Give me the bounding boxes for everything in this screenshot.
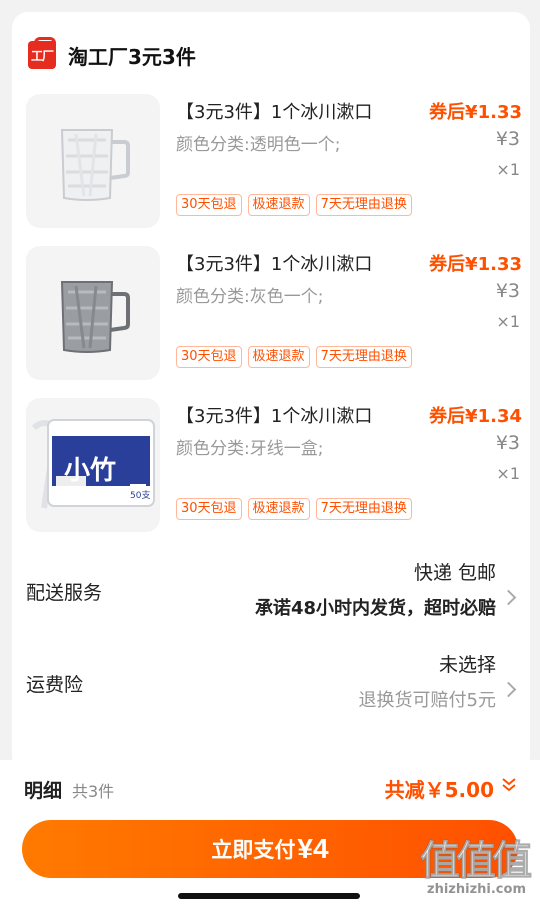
shipping-insurance-status: 未选择 bbox=[438, 654, 496, 676]
chevron-right-icon bbox=[500, 681, 517, 698]
clear-glass-cup-icon bbox=[60, 129, 130, 201]
order-item[interactable]: 【3元3件】1个冰川漱口 券后¥1.33 颜色分类:透明色一个; ¥3 ×1 3… bbox=[26, 94, 526, 230]
delivery-label: 配送服务 bbox=[26, 582, 103, 604]
item-price: ¥3 bbox=[495, 128, 520, 150]
tag-7-day-return: 7天无理由退换 bbox=[315, 498, 412, 520]
tag-7-day-return: 7天无理由退换 bbox=[315, 194, 412, 216]
tag-fast-refund: 极速退款 bbox=[247, 346, 310, 368]
shop-name[interactable]: 淘工厂3元3件 bbox=[68, 41, 196, 70]
delivery-promise-suffix: 小时内发货，超时必赔 bbox=[316, 598, 496, 619]
item-price-after-coupon: 券后¥1.34 bbox=[429, 406, 522, 427]
chevron-right-icon bbox=[500, 589, 517, 606]
service-tags: 30天包退 极速退款 7天无理由退换 bbox=[176, 346, 412, 368]
floss-brand: 小竹 bbox=[64, 456, 117, 486]
tag-30-day-return: 30天包退 bbox=[176, 498, 242, 520]
shop-logo-icon: 工厂 bbox=[28, 37, 56, 69]
total-discount[interactable]: 共减￥5.00 bbox=[385, 774, 494, 803]
delivery-method: 快递 包邮 bbox=[413, 562, 496, 584]
detail-label[interactable]: 明细 bbox=[24, 776, 62, 803]
tag-30-day-return: 30天包退 bbox=[176, 346, 242, 368]
item-quantity: ×1 bbox=[496, 464, 520, 483]
item-title: 【3元3件】1个冰川漱口 bbox=[176, 102, 373, 123]
product-thumbnail[interactable] bbox=[26, 246, 160, 380]
item-variant[interactable]: 颜色分类:透明色一个; bbox=[176, 130, 340, 155]
grey-glass-cup-icon bbox=[60, 281, 130, 353]
service-tags: 30天包退 极速退款 7天无理由退换 bbox=[176, 194, 412, 216]
product-thumbnail[interactable] bbox=[26, 94, 160, 228]
item-price: ¥3 bbox=[495, 280, 520, 302]
shop-logo-text: 工厂 bbox=[30, 48, 54, 63]
pay-now-button[interactable]: 立即支付 ¥4 bbox=[22, 820, 518, 878]
delivery-promise-hours: 48 bbox=[290, 598, 316, 619]
bottom-bar: 明细 共3件 共减￥5.00 立即支付 ¥4 值值值 zhizhizhi.com bbox=[0, 760, 540, 910]
chevron-double-down-icon[interactable] bbox=[500, 776, 518, 794]
item-quantity: ×1 bbox=[496, 160, 520, 179]
item-quantity: ×1 bbox=[496, 312, 520, 331]
item-variant[interactable]: 颜色分类:牙线一盒; bbox=[176, 434, 323, 459]
service-tags: 30天包退 极速退款 7天无理由退换 bbox=[176, 498, 412, 520]
shipping-insurance-desc: 退换货可赔付5元 bbox=[358, 690, 496, 711]
item-price-after-coupon: 券后¥1.33 bbox=[429, 102, 522, 123]
order-item[interactable]: 【3元3件】1个冰川漱口 券后¥1.33 颜色分类:灰色一个; ¥3 ×1 30… bbox=[26, 246, 526, 382]
item-title: 【3元3件】1个冰川漱口 bbox=[176, 406, 373, 427]
item-price: ¥3 bbox=[495, 432, 520, 454]
tag-30-day-return: 30天包退 bbox=[176, 194, 242, 216]
delivery-promise: 承诺48小时内发货，超时必赔 bbox=[255, 594, 496, 620]
item-title: 【3元3件】1个冰川漱口 bbox=[176, 254, 373, 275]
home-indicator[interactable] bbox=[178, 893, 360, 899]
item-count: 共3件 bbox=[72, 782, 115, 801]
item-price-after-coupon: 券后¥1.33 bbox=[429, 254, 522, 275]
delivery-promise-prefix: 承诺 bbox=[254, 598, 291, 619]
pay-label: 立即支付 bbox=[211, 839, 296, 862]
shipping-insurance-row[interactable]: 运费险 未选择 退换货可赔付5元 bbox=[12, 644, 530, 724]
pay-amount: ¥4 bbox=[297, 833, 329, 864]
shop-header[interactable]: 工厂 淘工厂3元3件 bbox=[28, 37, 196, 70]
item-variant[interactable]: 颜色分类:灰色一个; bbox=[176, 282, 323, 307]
shipping-insurance-label: 运费险 bbox=[26, 674, 84, 696]
order-card: 工厂 淘工厂3元3件 【3元3件】1个冰川漱口 券后¥1.33 颜色分类:透明色… bbox=[12, 12, 530, 772]
tag-fast-refund: 极速退款 bbox=[247, 498, 310, 520]
tag-fast-refund: 极速退款 bbox=[247, 194, 310, 216]
watermark-url: zhizhizhi.com bbox=[427, 882, 526, 897]
order-item[interactable]: 小竹 50支 【3元3件】1个冰川漱口 券后¥1.34 颜色分类:牙线一盒; ¥… bbox=[26, 398, 526, 534]
tag-7-day-return: 7天无理由退换 bbox=[315, 346, 412, 368]
floss-count: 50支 bbox=[130, 491, 151, 501]
product-thumbnail[interactable]: 小竹 50支 bbox=[26, 398, 160, 532]
delivery-service-row[interactable]: 配送服务 快递 包邮 承诺48小时内发货，超时必赔 bbox=[12, 552, 530, 632]
